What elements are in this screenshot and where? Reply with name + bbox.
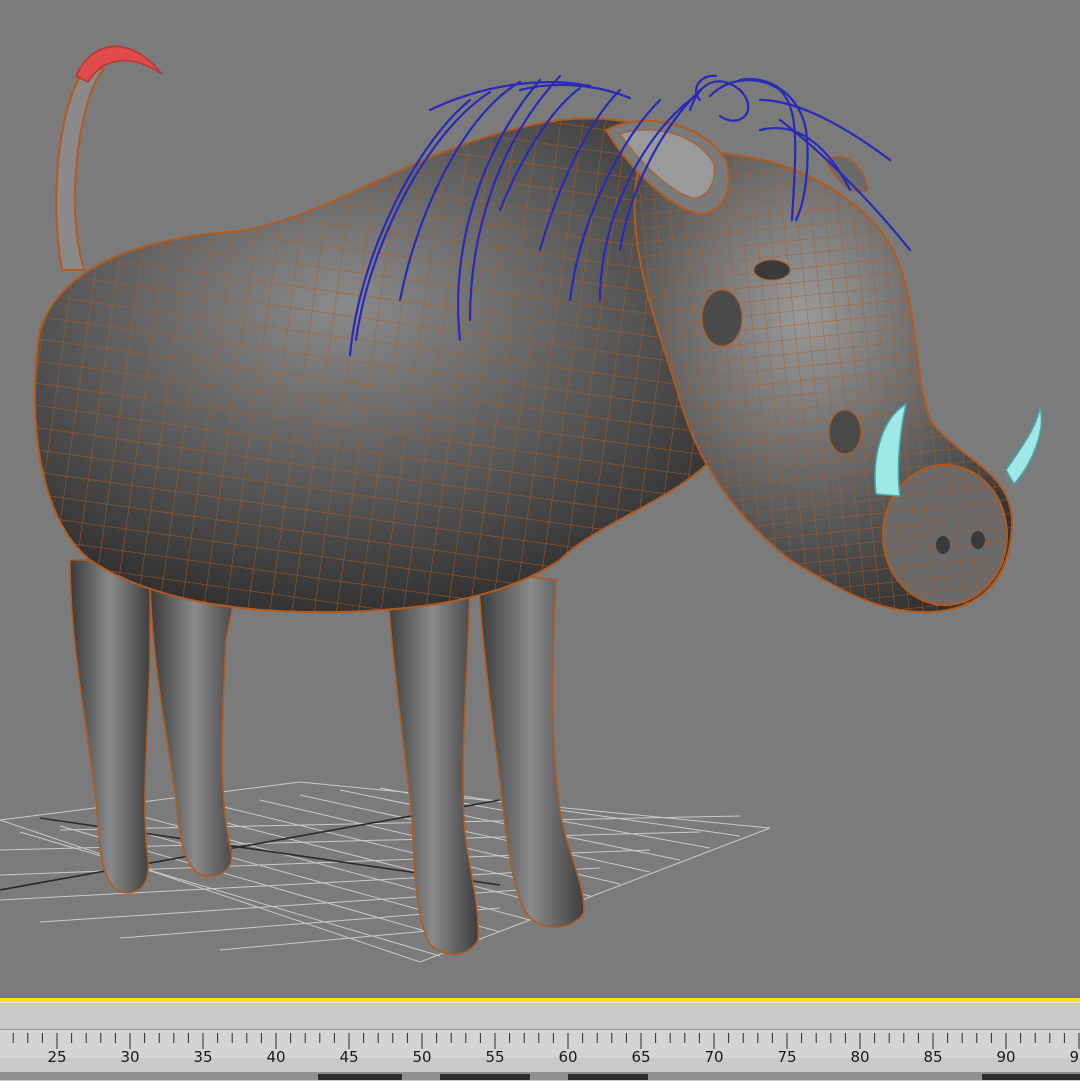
tick-label: 35 [193,1048,213,1066]
status-segment [440,1074,530,1080]
perspective-viewport[interactable] [0,0,1080,998]
status-segment [318,1074,402,1080]
tick-label: 85 [923,1048,943,1066]
tick-label: 60 [558,1048,578,1066]
viewport-canvas [0,45,1043,963]
status-segment [568,1074,648,1080]
timeline-ticks [12,1033,1080,1049]
tick-label: 70 [704,1048,724,1066]
tick-label: 65 [631,1048,651,1066]
status-segment [982,1074,1080,1080]
tick-label: 45 [339,1048,359,1066]
tick-label: 95 [1069,1048,1080,1066]
tick-label: 30 [120,1048,140,1066]
tick-label: 55 [485,1048,505,1066]
status-strip [0,1072,1080,1080]
tick-label: 75 [777,1048,797,1066]
tick-label: 80 [850,1048,870,1066]
tick-label: 25 [47,1048,67,1066]
tick-label: 50 [412,1048,432,1066]
warthog-head [604,119,1043,614]
tail [55,45,163,271]
max-window: 25 30 35 40 45 50 55 60 65 70 75 80 85 90 95 [0,0,1080,1081]
front-legs [385,559,585,955]
back-legs [69,559,241,894]
tick-label: 90 [996,1048,1016,1066]
tick-label: 40 [266,1048,286,1066]
timeline-track-bar[interactable] [0,1002,1080,1081]
